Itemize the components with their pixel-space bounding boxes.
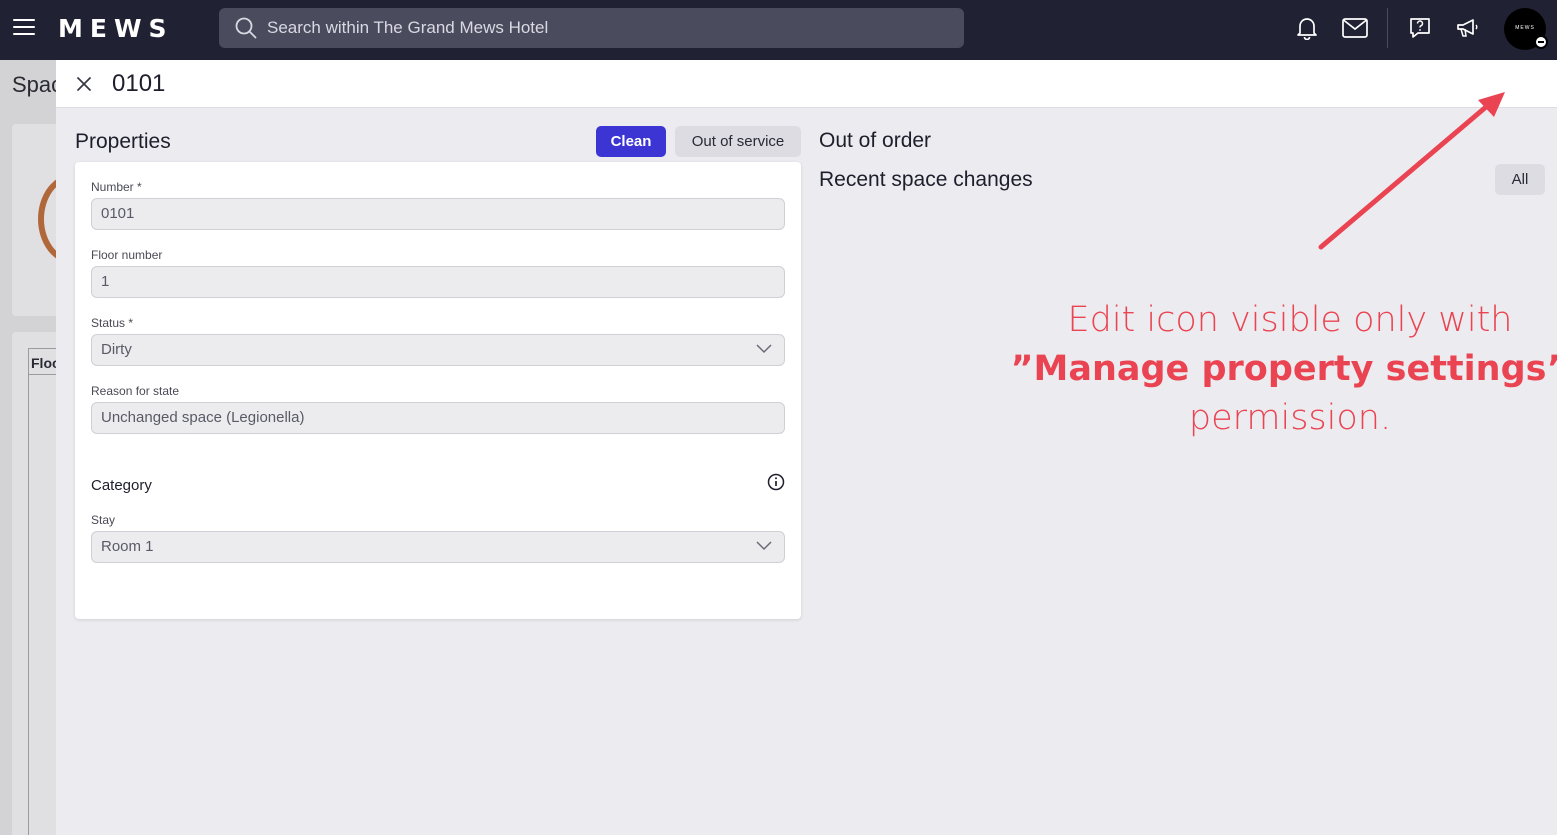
chevron-down-icon [756,344,772,354]
status-select[interactable]: Dirty [91,334,785,366]
chevron-down-icon [756,541,772,551]
annotation-line-2: ”Manage property settings” [1010,349,1557,389]
table-divider [29,374,56,375]
properties-card: Number * 0101 Floor number 1 Status * Di… [75,162,801,619]
bell-icon[interactable] [1296,16,1318,40]
background-page: Spac Floo [0,60,56,835]
menu-icon[interactable] [13,19,35,37]
category-heading: Category [91,477,152,494]
close-icon[interactable] [76,76,92,92]
search-input[interactable] [267,8,947,48]
mail-icon[interactable] [1342,18,1368,38]
megaphone-icon[interactable] [1455,17,1481,39]
space-detail-drawer: 0101 Properties Clean Out of service Num… [56,60,1557,835]
stay-select[interactable]: Room 1 [91,531,785,563]
status-indicator-icon [1534,35,1548,49]
number-label: Number * [91,180,142,194]
user-avatar[interactable]: MEWS [1504,8,1548,50]
annotation-callout: Edit icon visible only with ”Manage prop… [1000,296,1557,443]
status-label: Status * [91,316,134,330]
avatar-text: MEWS [1515,25,1535,31]
info-icon[interactable] [767,473,785,491]
reason-value: Unchanged space (Legionella) [101,409,305,426]
number-field[interactable]: 0101 [91,198,785,230]
floor-value: 1 [101,273,110,290]
annotation-line-1: Edit icon visible only with [1067,300,1513,340]
out-of-order-heading: Out of order [819,129,932,152]
topbar-divider [1387,8,1388,48]
clean-button[interactable]: Clean [596,126,666,157]
reason-label: Reason for state [91,384,180,398]
floor-label: Floor number [91,248,163,262]
properties-heading: Properties [75,130,171,153]
all-button[interactable]: All [1495,164,1545,195]
donut-chart-ring [38,174,56,264]
number-value: 0101 [101,205,135,222]
status-value: Dirty [101,341,132,358]
recent-space-changes-heading: Recent space changes [819,168,1033,191]
help-chat-icon[interactable] [1409,17,1431,39]
annotation-line-3: permission. [1188,398,1392,438]
search-bar[interactable] [219,8,964,48]
background-chart-card [12,124,56,316]
reason-field[interactable]: Unchanged space (Legionella) [91,402,785,434]
drawer-title: 0101 [112,70,166,97]
background-table: Floo [28,348,56,835]
stay-label: Stay [91,513,116,527]
mews-logo[interactable]: MEWS [58,14,174,43]
background-page-title: Spac [12,72,56,97]
search-icon [235,17,257,39]
stay-value: Room 1 [101,538,154,555]
drawer-header: 0101 [56,60,1557,108]
background-table-card: Floo [12,332,56,835]
top-bar: MEWS MEWS [0,0,1557,60]
background-table-header: Floo [31,355,56,371]
floor-number-field[interactable]: 1 [91,266,785,298]
out-of-service-button[interactable]: Out of service [675,126,801,157]
